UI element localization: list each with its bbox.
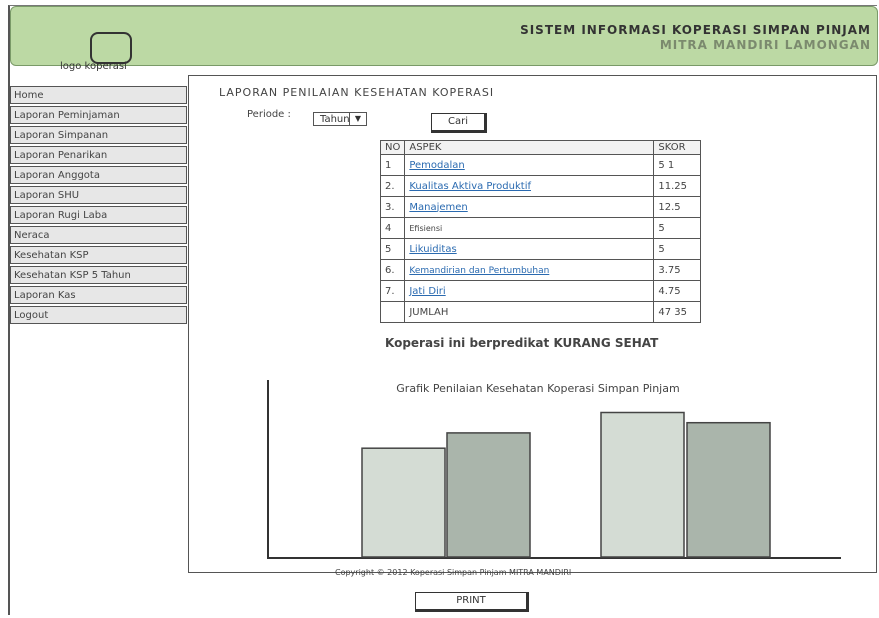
sidebar-item-laporan-simpanan[interactable]: Laporan Simpanan	[10, 126, 187, 144]
chart-bar-4	[686, 421, 771, 558]
print-button[interactable]: PRINT	[415, 592, 529, 612]
sidebar-item-laporan-kas[interactable]: Laporan Kas	[10, 286, 187, 304]
chart-bar-2	[446, 432, 531, 558]
chart-bar-1	[361, 447, 446, 558]
sidebar-item-laporan-penarikan[interactable]: Laporan Penarikan	[10, 146, 187, 164]
sidebar-nav: Home Laporan Peminjaman Laporan Simpanan…	[10, 86, 187, 326]
chart-bar-3	[600, 411, 685, 558]
sidebar-item-neraca[interactable]: Neraca	[10, 226, 187, 244]
sidebar-item-laporan-anggota[interactable]: Laporan Anggota	[10, 166, 187, 184]
system-title: SISTEM INFORMASI KOPERASI SIMPAN PINJAM	[520, 23, 871, 37]
app-header: logo koperasi SISTEM INFORMASI KOPERASI …	[10, 6, 878, 72]
sidebar-item-laporan-shu[interactable]: Laporan SHU	[10, 186, 187, 204]
sidebar-item-kesehatan-ksp[interactable]: Kesehatan KSP	[10, 246, 187, 264]
sidebar-item-laporan-peminjaman[interactable]: Laporan Peminjaman	[10, 106, 187, 124]
main-content: LAPORAN PENILAIAN KESEHATAN KOPERASI Per…	[188, 75, 877, 573]
sidebar-item-laporan-rugi-laba[interactable]: Laporan Rugi Laba	[10, 206, 187, 224]
logo-label: logo koperasi	[60, 61, 127, 72]
chart-title: Grafik Penilaian Kesehatan Koperasi Simp…	[396, 382, 679, 395]
system-subtitle: MITRA MANDIRI LAMONGAN	[659, 38, 871, 52]
sidebar-item-logout[interactable]: Logout	[10, 306, 187, 324]
sidebar-item-home[interactable]: Home	[10, 86, 187, 104]
copyright-text: Copyright © 2012 Koperasi Simpan Pinjam …	[335, 568, 572, 577]
kesehatan-chart: Grafik Penilaian Kesehatan Koperasi Simp…	[267, 380, 841, 559]
logo-placeholder	[90, 32, 132, 64]
chart-bars	[361, 411, 771, 558]
sidebar-item-kesehatan-ksp-5-tahun[interactable]: Kesehatan KSP 5 Tahun	[10, 266, 187, 284]
